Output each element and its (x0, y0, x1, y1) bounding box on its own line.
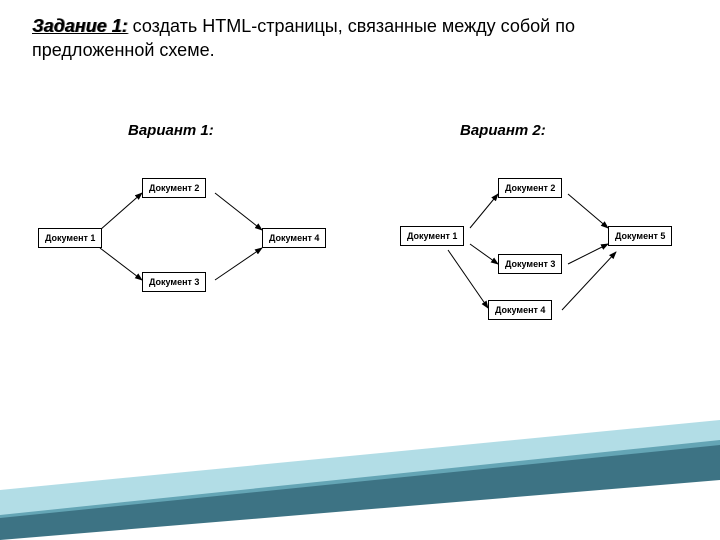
doc2-box: Документ 2 (142, 178, 206, 198)
diagram-variant2: Документ 1 Документ 2 Документ 3 Докумен… (380, 160, 700, 360)
task-label: Задание 1: (32, 16, 128, 36)
doc4-box: Документ 4 (262, 228, 326, 248)
slide-decoration (0, 420, 720, 540)
task-heading: Задание 1: создать HTML-страницы, связан… (32, 14, 672, 63)
doc4-box: Документ 4 (488, 300, 552, 320)
slide: Задание 1: создать HTML-страницы, связан… (0, 0, 720, 540)
doc5-box: Документ 5 (608, 226, 672, 246)
doc1-box: Документ 1 (400, 226, 464, 246)
doc3-box: Документ 3 (498, 254, 562, 274)
doc1-box: Документ 1 (38, 228, 102, 248)
variant1-label: Вариант 1: (128, 122, 214, 139)
doc2-box: Документ 2 (498, 178, 562, 198)
doc3-box: Документ 3 (142, 272, 206, 292)
diagram-variant1: Документ 1 Документ 2 Документ 3 Докумен… (30, 160, 350, 320)
variant2-label: Вариант 2: (460, 122, 546, 139)
